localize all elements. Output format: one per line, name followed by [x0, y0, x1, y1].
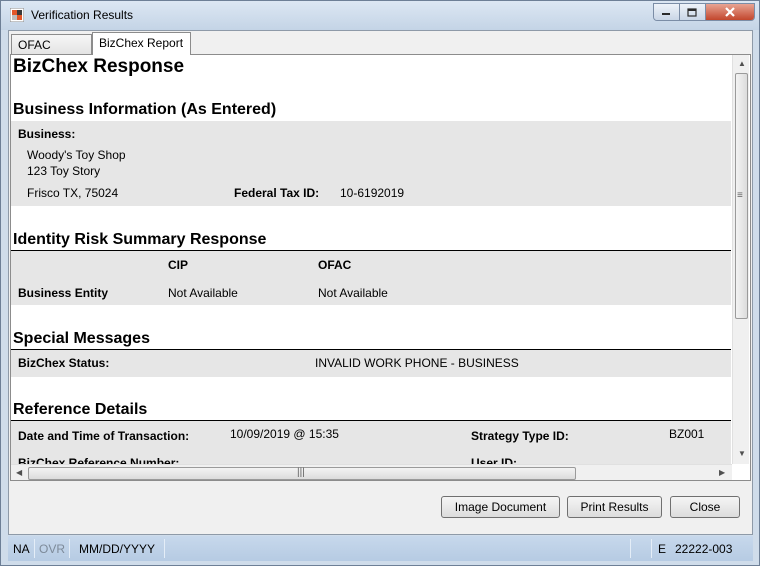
cip-column-header: CIP: [168, 258, 189, 272]
status-na: NA: [13, 542, 30, 556]
transaction-datetime-value: 10/09/2019 @ 15:35: [230, 427, 339, 441]
bizchex-status-label: BizChex Status:: [18, 356, 110, 370]
report-content: BizChex Response Business Information (A…: [11, 55, 731, 464]
caption-buttons: [653, 3, 755, 21]
minimize-icon: [662, 13, 671, 15]
scroll-down-icon[interactable]: ▼: [738, 449, 746, 459]
status-ovr: OVR: [39, 542, 66, 556]
reference-details-heading: Reference Details: [13, 401, 148, 418]
transaction-datetime-label: Date and Time of Transaction:: [18, 429, 190, 443]
grip-icon: |||: [297, 467, 305, 478]
reference-number-label: BizChex Reference Number:: [18, 456, 180, 464]
business-entity-label: Business Entity: [18, 286, 109, 300]
status-separator: [164, 539, 165, 558]
horizontal-scroll-thumb[interactable]: |||: [28, 467, 576, 480]
ofac-value: Not Available: [318, 286, 388, 300]
verification-results-window: Verification Results OFAC Report: [0, 0, 760, 566]
ofac-column-header: OFAC: [318, 258, 352, 272]
scroll-up-icon[interactable]: ▲: [738, 59, 746, 69]
user-id-label: User ID:: [471, 456, 518, 464]
title-bar[interactable]: Verification Results: [1, 1, 759, 30]
special-messages-band: BizChex Status: INVALID WORK PHONE - BUS…: [11, 350, 731, 377]
vertical-scroll-thumb[interactable]: ≡: [735, 73, 748, 319]
status-bar: NA OVR MM/DD/YYYY E 22222-003: [8, 536, 753, 561]
bizchex-status-value: INVALID WORK PHONE - BUSINESS: [315, 356, 519, 370]
image-document-button[interactable]: Image Document: [441, 496, 560, 518]
business-name: Woody's Toy Shop: [27, 148, 126, 162]
business-address: 123 Toy Story: [27, 164, 101, 178]
strategy-type-label: Strategy Type ID:: [471, 429, 569, 443]
status-separator: [34, 539, 35, 558]
business-info-heading: Business Information (As Entered): [13, 101, 277, 118]
tab-ofac-report[interactable]: OFAC Report: [11, 34, 92, 72]
status-separator: [69, 539, 70, 558]
close-icon: [725, 7, 735, 17]
status-mode: E: [658, 542, 667, 556]
identity-risk-heading: Identity Risk Summary Response: [13, 231, 267, 248]
cip-value: Not Available: [168, 286, 238, 300]
close-window-button[interactable]: [705, 4, 754, 20]
minimize-button[interactable]: [654, 4, 680, 20]
report-title: BizChex Response: [13, 56, 185, 77]
scroll-left-icon[interactable]: ◀: [16, 468, 22, 478]
business-city-state-zip: Frisco TX, 75024: [27, 186, 119, 200]
print-results-button[interactable]: Print Results: [567, 496, 662, 518]
status-separator: [651, 539, 652, 558]
app-icon: [10, 8, 24, 22]
special-messages-heading: Special Messages: [13, 330, 150, 347]
identity-risk-band: CIP OFAC Business Entity Not Available N…: [11, 251, 731, 305]
status-separator: [630, 539, 631, 558]
grip-icon: ≡: [737, 190, 743, 201]
tax-id-label: Federal Tax ID:: [234, 186, 320, 200]
tax-id-value: 10-6192019: [340, 186, 405, 200]
vertical-scrollbar[interactable]: ▲ ≡ ▼: [732, 55, 749, 464]
business-label: Business:: [18, 127, 76, 141]
scroll-right-icon[interactable]: ▶: [719, 468, 725, 478]
status-date-format: MM/DD/YYYY: [79, 542, 156, 556]
strategy-type-value: BZ001: [669, 427, 705, 441]
maximize-icon: [687, 7, 697, 17]
client-area: OFAC Report BizChex Report BizChex Respo…: [8, 30, 753, 535]
maximize-button[interactable]: [679, 4, 706, 20]
window-title: Verification Results: [31, 8, 134, 22]
tab-bizchex-report[interactable]: BizChex Report: [92, 32, 191, 55]
report-panel: BizChex Response Business Information (A…: [10, 54, 751, 481]
close-button[interactable]: Close: [670, 496, 740, 518]
reference-details-band: Date and Time of Transaction: 10/09/2019…: [11, 421, 731, 464]
status-code: 22222-003: [675, 542, 733, 556]
horizontal-scrollbar[interactable]: ◀ ||| ▶: [11, 464, 732, 480]
business-info-band: Business: Woody's Toy Shop 123 Toy Story…: [11, 121, 731, 206]
